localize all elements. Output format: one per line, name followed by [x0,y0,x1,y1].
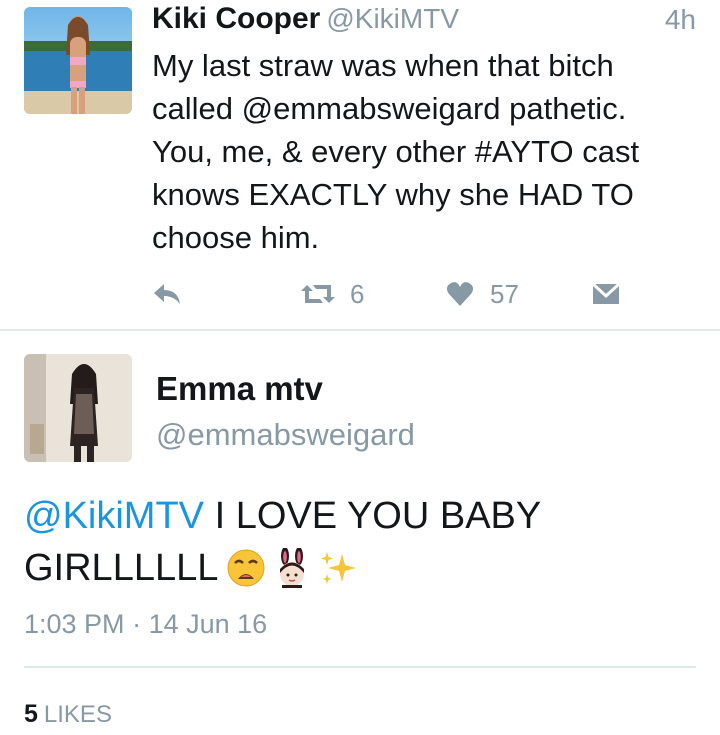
tweet-text-part1: I LOVE YOU BABY [204,495,542,537]
author-line[interactable]: Kiki Cooper @KikiMTV [152,2,459,36]
direct-message-icon [592,282,620,304]
divider [0,329,720,331]
reply-icon [154,284,180,304]
tweet-timestamp[interactable]: 1:03 PM · 14 Jun 16 [24,609,267,640]
retweet-button[interactable]: 6 [300,278,364,310]
bunny-girl-emoji [274,547,310,602]
sparkles-emoji [318,548,358,602]
tweet-text: My last straw was when that bitch called… [152,48,640,255]
avatar[interactable] [24,354,132,462]
like-count: 57 [490,278,519,309]
likes-label: LIKES [43,701,112,728]
display-name[interactable]: Emma mtv [156,370,323,408]
divider [24,666,696,668]
retweet-count: 6 [350,278,365,309]
separator-dot: · [132,609,142,639]
username[interactable]: @KikiMTV [326,3,459,34]
reply-button[interactable] [152,278,182,310]
date: 14 Jun 16 [148,609,268,639]
timestamp[interactable]: 4h [665,4,696,36]
display-name[interactable]: Kiki Cooper [152,2,320,35]
likes-summary[interactable]: 5 LIKES [24,700,112,729]
tweet-text: @KikiMTV I LOVE YOU BABY GIRLLLLLL [24,490,684,602]
tweet-text-part2: GIRLLLLLL [24,547,219,589]
like-button[interactable]: 57 [446,278,519,310]
retweet-icon [301,285,335,303]
avatar[interactable] [24,7,132,114]
heart-icon [446,282,474,306]
time: 1:03 PM [24,609,125,639]
direct-message-button[interactable] [592,278,620,310]
username[interactable]: @emmabsweigard [156,417,415,453]
likes-count: 5 [24,700,38,728]
weary-face-emoji [226,548,266,602]
mention-link[interactable]: @KikiMTV [24,495,204,537]
